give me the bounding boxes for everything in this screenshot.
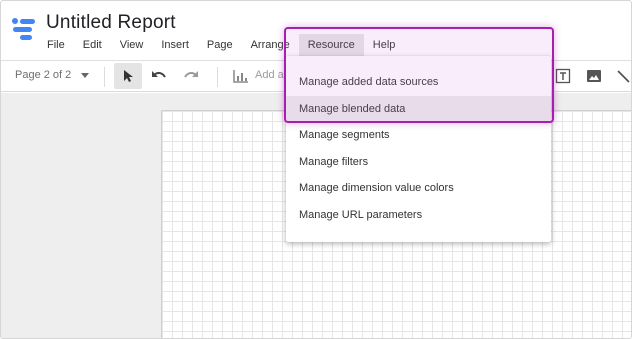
- menu-bar: File Edit View Insert Page Arrange Resou…: [38, 34, 404, 56]
- page-selector[interactable]: Page 2 of 2: [15, 69, 90, 81]
- app-window: Untitled Report File Edit View Insert Pa…: [0, 0, 632, 339]
- menu-resource[interactable]: Resource: [298, 34, 364, 56]
- menu-page[interactable]: Page: [198, 34, 242, 56]
- redo-button[interactable]: [177, 63, 205, 89]
- select-tool-button[interactable]: [114, 63, 142, 89]
- text-box-icon: [555, 68, 571, 84]
- report-title[interactable]: Untitled Report: [46, 12, 176, 34]
- menu-view[interactable]: View: [111, 34, 153, 56]
- line-icon: [617, 70, 630, 83]
- toolbar-divider: [104, 67, 105, 87]
- add-chart-label[interactable]: Add a: [255, 69, 284, 81]
- menu-arrange[interactable]: Arrange: [242, 34, 299, 56]
- menu-item-manage-url-parameters[interactable]: Manage URL parameters: [286, 202, 551, 229]
- menu-item-manage-filters[interactable]: Manage filters: [286, 149, 551, 176]
- undo-icon: [152, 71, 166, 78]
- line-tool-button[interactable]: [609, 63, 631, 89]
- image-tool-button[interactable]: [580, 63, 608, 89]
- page-selector-label: Page 2 of 2: [15, 69, 72, 81]
- menu-insert[interactable]: Insert: [152, 34, 198, 56]
- menu-item-manage-dimension-value-colors[interactable]: Manage dimension value colors: [286, 175, 551, 202]
- undo-button[interactable]: [145, 63, 173, 89]
- menu-item-manage-segments[interactable]: Manage segments: [286, 122, 551, 149]
- menu-item-manage-added-data-sources[interactable]: Manage added data sources: [286, 69, 551, 96]
- menu-help[interactable]: Help: [364, 34, 405, 56]
- add-chart-button[interactable]: [227, 63, 255, 89]
- chevron-down-icon: [81, 72, 90, 78]
- toolbar-divider: [217, 67, 218, 87]
- menu-file[interactable]: File: [38, 34, 74, 56]
- menu-edit[interactable]: Edit: [74, 34, 111, 56]
- cursor-arrow-icon: [124, 70, 133, 82]
- image-icon: [587, 70, 601, 82]
- bar-chart-icon: [233, 70, 248, 83]
- menu-item-manage-blended-data[interactable]: Manage blended data: [286, 95, 551, 122]
- resource-menu: Manage added data sources Manage blended…: [286, 56, 551, 242]
- text-tool-button[interactable]: [549, 63, 577, 89]
- redo-icon: [184, 71, 198, 78]
- data-studio-logo-icon[interactable]: [11, 17, 41, 43]
